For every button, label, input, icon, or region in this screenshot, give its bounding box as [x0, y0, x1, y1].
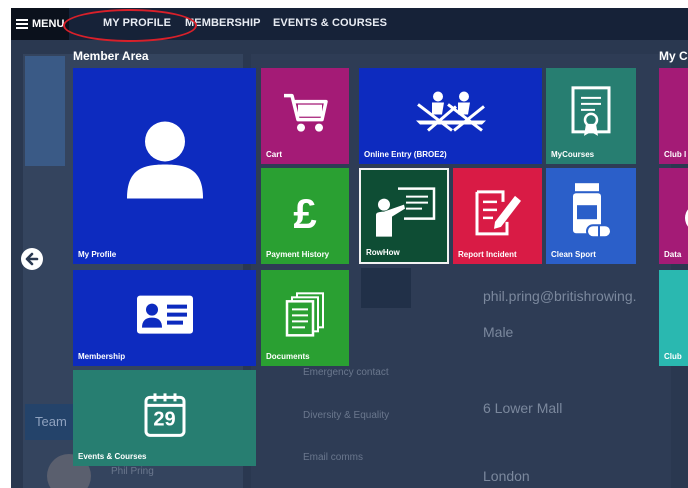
profile-card-bg	[25, 56, 65, 166]
tile-label: MyCourses	[551, 150, 595, 159]
certificate-icon	[571, 86, 611, 136]
tile-payment-history[interactable]: £ Payment History	[261, 168, 349, 264]
tile-clean-sport[interactable]: Clean Sport	[546, 168, 636, 264]
tile-label: Documents	[266, 352, 310, 361]
tile-label: Report Incident	[458, 250, 517, 259]
tile-events-courses[interactable]: 29 Events & Courses	[73, 370, 256, 466]
tile-report-incident[interactable]: Report Incident	[453, 168, 542, 264]
tile-label: Events & Courses	[78, 452, 147, 461]
rowing-icon	[415, 91, 486, 132]
calendar-icon: 29	[144, 391, 186, 437]
tile-my-profile[interactable]: My Profile	[73, 68, 256, 264]
top-nav-bar: MENU MY PROFILE MEMBERSHIP EVENTS & COUR…	[11, 8, 688, 42]
edit-document-icon	[475, 190, 521, 236]
nav-events-courses[interactable]: EVENTS & COURSES	[273, 17, 387, 29]
user-icon	[126, 121, 203, 199]
team-label: Team	[35, 414, 67, 429]
tile-online-entry[interactable]: Online Entry (BROE2)	[359, 68, 542, 164]
tile-label: RowHow	[366, 248, 400, 257]
app-window: Team Phil Pring Emergency contact Divers…	[11, 8, 688, 488]
address-line: 6 Lower Mall	[483, 400, 563, 416]
highlight-circle	[63, 9, 197, 42]
tile-label: Cart	[266, 150, 283, 159]
menu-emergency[interactable]: Emergency contact	[303, 367, 389, 378]
main-panel-strip	[361, 268, 411, 308]
teacher-icon	[376, 187, 436, 237]
tile-cart[interactable]: Cart	[261, 68, 349, 164]
tile-documents[interactable]: Documents	[261, 270, 349, 366]
tile-membership[interactable]: Membership	[73, 270, 256, 366]
svg-text:£: £	[293, 193, 316, 233]
tile-club-2[interactable]: Club	[659, 270, 688, 366]
id-card-icon	[136, 295, 193, 334]
tile-club[interactable]: Club I	[659, 68, 688, 164]
city-value: London	[483, 468, 530, 484]
tile-label: Data	[664, 250, 682, 259]
back-arrow-icon[interactable]	[21, 248, 43, 270]
menu-label: MENU	[32, 18, 65, 30]
email-value: phil.pring@britishrowing.	[483, 288, 637, 304]
tile-data[interactable]: Data	[659, 168, 688, 264]
documents-icon	[285, 292, 324, 337]
tile-label: Membership	[78, 352, 126, 361]
cart-icon	[284, 93, 328, 132]
medicine-icon	[573, 183, 612, 239]
member-area-title: Member Area	[73, 49, 149, 63]
tile-label: My Profile	[78, 250, 117, 259]
my-c-title: My C	[659, 49, 688, 63]
tile-rowhow[interactable]: RowHow	[359, 168, 449, 264]
tile-label: Club	[664, 352, 682, 361]
tile-label: Payment History	[266, 250, 330, 259]
gender-value: Male	[483, 324, 514, 340]
menu-button[interactable]: MENU	[11, 8, 69, 40]
tile-label: Online Entry (BROE2)	[364, 150, 447, 159]
hamburger-icon	[16, 17, 28, 31]
tile-mycourses[interactable]: MyCourses	[546, 68, 636, 164]
tile-label: Club I	[664, 150, 687, 159]
pound-icon: £	[293, 193, 316, 233]
calendar-day: 29	[153, 408, 176, 431]
menu-diversity[interactable]: Diversity & Equality	[303, 410, 389, 421]
member-name-bg: Phil Pring	[111, 466, 154, 477]
tile-label: Clean Sport	[551, 250, 596, 259]
menu-email[interactable]: Email comms	[303, 452, 363, 463]
